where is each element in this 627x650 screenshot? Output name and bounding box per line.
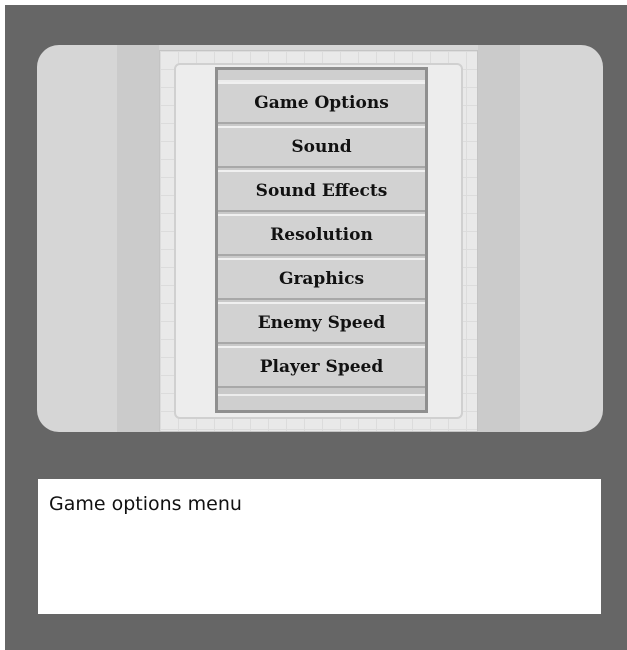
screen-stripe-left	[117, 45, 159, 432]
menu-item-player-speed[interactable]: Player Speed	[218, 346, 425, 388]
caption-text: Game options menu	[49, 493, 242, 515]
menu-item-graphics[interactable]: Graphics	[218, 258, 425, 300]
outer-frame: Game Options Sound Sound Effects Resolut…	[5, 5, 627, 650]
caption-box: Game options menu	[38, 479, 601, 614]
options-menu: Game Options Sound Sound Effects Resolut…	[215, 67, 428, 413]
menu-item-game-options[interactable]: Game Options	[218, 82, 425, 124]
screen-stripe-right	[478, 45, 520, 432]
menu-top-spacer	[218, 70, 425, 82]
menu-item-sound[interactable]: Sound	[218, 126, 425, 168]
menu-item-enemy-speed[interactable]: Enemy Speed	[218, 302, 425, 344]
menu-item-sound-effects[interactable]: Sound Effects	[218, 170, 425, 212]
game-screen: Game Options Sound Sound Effects Resolut…	[37, 45, 603, 432]
menu-item-resolution[interactable]: Resolution	[218, 214, 425, 256]
menu-bottom-spacer	[218, 394, 425, 410]
